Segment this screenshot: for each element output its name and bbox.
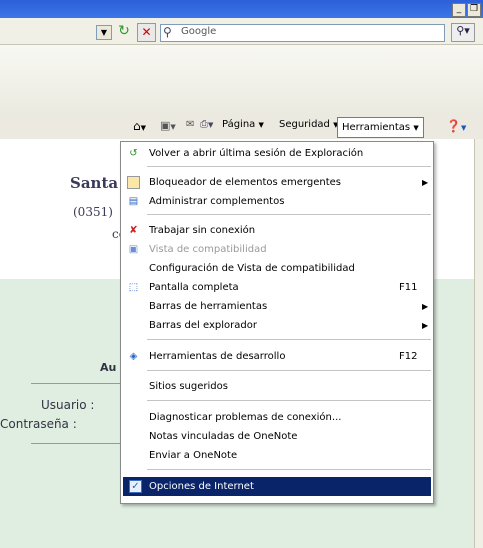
- refresh-icon[interactable]: ↻: [115, 23, 133, 40]
- restore-button[interactable]: ❐: [467, 3, 481, 17]
- offline-icon: ✘: [129, 225, 138, 236]
- page-menu-label: Página: [222, 119, 256, 130]
- menu-separator: [147, 214, 431, 215]
- mail-icon[interactable]: ✉: [186, 119, 194, 130]
- menu-item-suggested-sites[interactable]: Sitios sugeridos: [121, 377, 433, 396]
- tools-menu[interactable]: Herramientas ▼: [337, 117, 424, 138]
- menu-item-internet-options[interactable]: ✓ Opciones de Internet: [123, 477, 431, 496]
- tools-menu-label: Herramientas: [342, 122, 411, 133]
- menu-separator: [147, 370, 431, 371]
- menu-item-popup-blocker[interactable]: Bloqueador de elementos emergentes ▶: [121, 173, 433, 192]
- menu-item-diagnose-connection[interactable]: Diagnosticar problemas de conexión...: [121, 408, 433, 427]
- feeds-icon[interactable]: ▣▼: [160, 119, 176, 132]
- menu-item-onenote-notes[interactable]: Notas vinculadas de OneNote: [121, 427, 433, 446]
- page-menu[interactable]: Página ▼: [222, 119, 264, 130]
- submenu-arrow-icon: ▶: [422, 321, 429, 330]
- security-menu-label: Seguridad: [279, 119, 330, 130]
- fullscreen-icon: ⬚: [128, 282, 139, 293]
- addons-icon: ▤: [128, 196, 139, 207]
- home-icon[interactable]: ⌂▼: [133, 119, 146, 133]
- submenu-arrow-icon: ▶: [422, 178, 429, 187]
- minimize-button[interactable]: _: [452, 3, 466, 17]
- search-go-button[interactable]: ⚲▾: [451, 23, 475, 42]
- auth-title: Au: [100, 361, 117, 374]
- popup-blocker-icon: [127, 176, 140, 189]
- print-icon[interactable]: ⎙▼: [200, 119, 213, 130]
- window-controls: _ ❐: [452, 3, 481, 17]
- submenu-arrow-icon: ▶: [422, 302, 429, 311]
- shortcut-f11: F11: [399, 282, 418, 293]
- menu-item-compatibility-view: ▣ Vista de compatibilidad: [128, 244, 267, 255]
- menu-item-toolbars[interactable]: Barras de herramientas ▶: [121, 297, 433, 316]
- toolbar-band: [0, 45, 483, 115]
- menu-item-developer-tools[interactable]: ◈ Herramientas de desarrollo F12: [121, 347, 433, 366]
- address-dropdown-button[interactable]: ▼: [96, 25, 112, 40]
- menu-item-fullscreen[interactable]: ⬚ Pantalla completa F11: [121, 278, 433, 297]
- usuario-label: Usuario :: [41, 398, 95, 412]
- vertical-scrollbar[interactable]: [474, 139, 483, 548]
- search-input[interactable]: ⚲ Google: [160, 24, 445, 42]
- menu-item-explorer-bars[interactable]: Barras del explorador ▶: [121, 316, 433, 335]
- contrasena-label: Contraseña :: [0, 417, 77, 431]
- page-brand-text: Santa: [70, 174, 119, 192]
- menu-item-compat-settings[interactable]: Configuración de Vista de compatibilidad: [121, 259, 433, 278]
- menu-item-manage-addons[interactable]: ▤ Administrar complementos: [121, 192, 433, 211]
- security-menu[interactable]: Seguridad ▼: [279, 119, 338, 130]
- page-phone-text: (0351): [73, 205, 113, 219]
- help-icon[interactable]: ❓▼: [446, 119, 466, 133]
- address-toolbar: ▼ ↻ ✕ ⚲ Google ⚲▾: [0, 18, 483, 45]
- menu-item-work-offline[interactable]: ✘ Trabajar sin conexión: [121, 221, 433, 240]
- window-title-bar: _ ❐: [0, 0, 483, 18]
- search-placeholder: Google: [181, 26, 217, 37]
- shortcut-f12: F12: [399, 351, 418, 362]
- menu-item-send-to-onenote[interactable]: Enviar a OneNote: [121, 446, 433, 465]
- search-icon: ⚲: [163, 25, 172, 39]
- tools-dropdown-menu: ↺ Volver a abrir última sesión de Explor…: [120, 141, 434, 504]
- menu-separator: [147, 339, 431, 340]
- menu-separator: [147, 400, 431, 401]
- menu-item-reopen-session[interactable]: ↺ Volver a abrir última sesión de Explor…: [121, 144, 433, 163]
- command-bar: ⌂▼ ▣▼ ✉ ⎙▼ Página ▼ Seguridad ▼ Herramie…: [0, 115, 483, 139]
- stop-icon[interactable]: ✕: [137, 23, 156, 42]
- reopen-session-icon: ↺: [129, 148, 138, 159]
- menu-separator: [147, 166, 431, 167]
- dev-tools-icon: ◈: [129, 351, 138, 362]
- compat-view-icon: ▣: [128, 244, 139, 255]
- internet-options-icon: ✓: [129, 480, 142, 493]
- menu-separator: [147, 469, 431, 470]
